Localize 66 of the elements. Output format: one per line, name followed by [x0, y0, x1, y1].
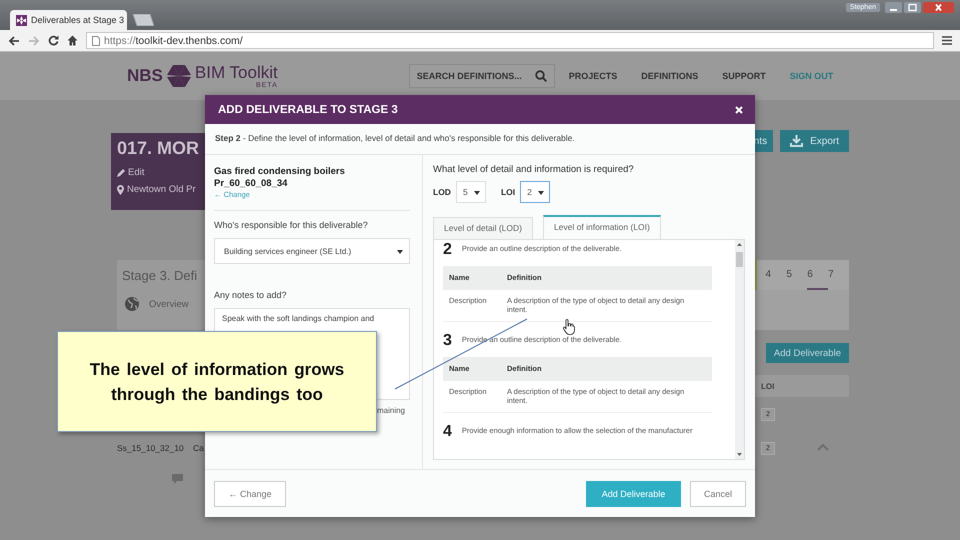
- favicon-icon: [16, 14, 27, 26]
- step-description: Step 2 - Define the level of information, level of detail and who's responsible for this deliverable.: [205, 124, 755, 155]
- stage-number[interactable]: 7: [828, 260, 849, 290]
- product-code: Pr_60_60_08_34: [214, 178, 288, 190]
- maximize-button[interactable]: [904, 2, 921, 13]
- level-number: 2: [443, 241, 452, 259]
- back-button[interactable]: ← Change: [214, 480, 286, 506]
- address-bar[interactable]: https://toolkit-dev.thenbs.com/: [86, 32, 934, 49]
- overview-tab[interactable]: Overview: [149, 298, 189, 310]
- column-header: LOI: [761, 382, 776, 390]
- pencil-icon: [117, 168, 125, 176]
- close-icon[interactable]: [735, 106, 743, 114]
- page-icon: [92, 36, 100, 46]
- add-deliverable-button[interactable]: Add Deliverable: [586, 480, 681, 506]
- responsible-select[interactable]: Building services engineer (SE Ltd.): [214, 238, 410, 264]
- callout-text: The level of information grows through the bandings too: [88, 358, 346, 406]
- download-icon: [790, 135, 804, 147]
- character-count: maining: [376, 406, 406, 415]
- level-select[interactable]: 5: [456, 181, 486, 203]
- pin-icon: [117, 184, 124, 194]
- close-button[interactable]: [923, 2, 954, 13]
- nav-link[interactable]: DEFINITIONS: [641, 71, 698, 81]
- back-icon[interactable]: [8, 36, 20, 46]
- cancel-button[interactable]: Cancel: [690, 480, 746, 506]
- select-label: LOD: [433, 187, 451, 197]
- table-cell-text: Ss_15_10_32_10: [117, 443, 185, 453]
- level-select[interactable]: 2: [520, 181, 550, 203]
- new-tab-button[interactable]: [130, 14, 154, 26]
- select-label: LOI: [500, 187, 516, 197]
- caret-icon: [537, 188, 546, 196]
- browser-tab[interactable]: Deliverables at Stage 3: [10, 10, 127, 30]
- search-field[interactable]: SEARCH DEFINITIONS...: [408, 64, 555, 88]
- stage-number[interactable]: 5: [786, 260, 808, 290]
- table-cell-text: Ca: [193, 443, 205, 453]
- project-action-button[interactable]: Export: [780, 130, 849, 152]
- project-location: Newtown Old Pr: [127, 184, 196, 195]
- level-tab[interactable]: Level of information (LOI): [542, 215, 661, 239]
- caret-icon: [472, 188, 481, 196]
- edit-link[interactable]: Edit: [128, 167, 144, 178]
- minimize-button[interactable]: [885, 2, 902, 13]
- add-deliverable-button[interactable]: Add Deliverable: [766, 343, 849, 363]
- menu-icon[interactable]: [942, 36, 952, 45]
- search-icon: [534, 70, 547, 82]
- stage-number[interactable]: 4: [766, 260, 786, 290]
- modal-title: ADD DELIVERABLE TO STAGE 3: [218, 104, 398, 116]
- field-label: Any notes to add?: [214, 290, 288, 300]
- home-icon[interactable]: [67, 35, 78, 46]
- logo-text: NBS: [127, 66, 163, 86]
- level-tab[interactable]: Level of detail (LOD): [433, 217, 533, 239]
- speech-bubble-icon: [172, 474, 183, 484]
- project-title: 017. MOR: [117, 137, 200, 160]
- nav-link[interactable]: SUPPORT: [722, 71, 766, 81]
- logo-star-icon: [166, 63, 192, 89]
- level-number: 3: [443, 332, 452, 350]
- level-number: 4: [443, 423, 452, 441]
- reload-icon[interactable]: [48, 35, 59, 46]
- nav-link[interactable]: PROJECTS: [568, 71, 618, 81]
- question-label: What level of detail and information is required?: [433, 164, 635, 175]
- product-name: Gas fired condensing boilers: [214, 166, 346, 178]
- stage-title: Stage 3. Defi: [122, 268, 198, 283]
- product-name: BIM Toolkit: [194, 64, 278, 82]
- globe-icon: [125, 297, 139, 311]
- field-label: Who's responsible for this deliverable?: [214, 220, 369, 230]
- scrollbar[interactable]: [735, 240, 744, 459]
- caret-icon: [396, 248, 404, 254]
- hand-cursor-icon: [563, 319, 575, 335]
